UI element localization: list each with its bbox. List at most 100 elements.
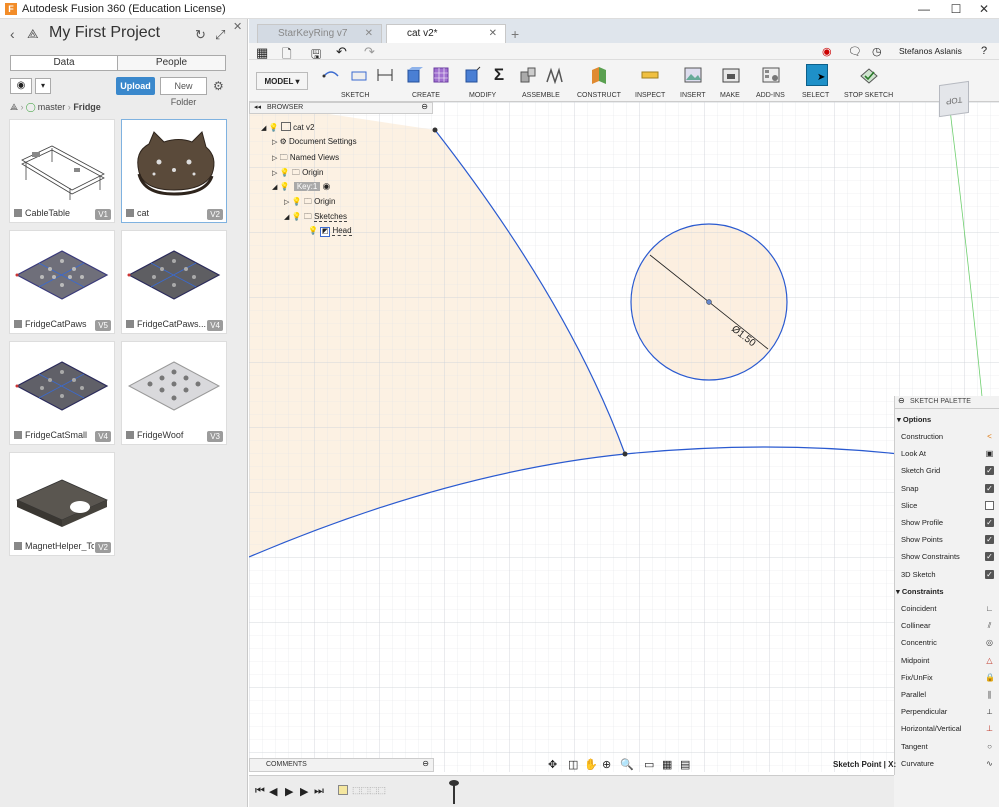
palette-option-3d-sketch[interactable]: 3D Sketch ✓: [901, 569, 994, 579]
select-tool-icon[interactable]: ➤: [806, 64, 828, 86]
doc-tab-cat[interactable]: cat v2* ✕: [386, 24, 506, 44]
file-card[interactable]: FridgeCatSmall V4: [9, 341, 115, 445]
browser-item-sketches[interactable]: ◢ 💡 🗀 Sketches: [284, 211, 347, 225]
comments-bar[interactable]: COMMENTS ⊖: [249, 758, 434, 772]
stop-sketch-icon[interactable]: [860, 66, 878, 84]
hub-icon[interactable]: ⟁: [10, 102, 18, 112]
step-forward-icon[interactable]: ▶: [300, 785, 308, 798]
close-tab-icon[interactable]: ✕: [489, 28, 497, 39]
extrude-icon[interactable]: [405, 66, 423, 84]
minimize-icon[interactable]: —: [909, 0, 939, 19]
constraint-icon[interactable]: ⊥: [985, 724, 994, 733]
palette-option-construction[interactable]: Construction <: [901, 432, 994, 441]
new-folder-button[interactable]: New Folder: [160, 77, 207, 107]
palette-option-slice[interactable]: Slice: [901, 500, 994, 510]
go-to-end-icon[interactable]: ⏭: [314, 785, 324, 798]
display-settings-icon[interactable]: ▭: [644, 758, 654, 771]
new-component-icon[interactable]: [519, 66, 537, 84]
checkbox-checked[interactable]: ✓: [985, 518, 994, 527]
constraint-coincident[interactable]: Coincident ∟: [901, 604, 994, 613]
sketch-group-label[interactable]: SKETCH: [341, 92, 369, 99]
browser-item-head[interactable]: 💡 ◩ Head: [308, 226, 352, 237]
create-group-label[interactable]: CREATE: [412, 92, 440, 99]
dimension-tool-icon[interactable]: [376, 66, 394, 84]
help-icon[interactable]: ?: [981, 45, 987, 57]
hub-icon[interactable]: ⟁: [27, 26, 39, 42]
close-panel-icon[interactable]: ✕: [233, 20, 242, 33]
sketch-point[interactable]: [622, 451, 628, 457]
undo-icon[interactable]: ↶: [336, 44, 347, 60]
rectangle-tool-icon[interactable]: [350, 66, 368, 84]
grid-menu-icon[interactable]: ▦: [256, 45, 268, 61]
browser-item-document-settings[interactable]: ▷ ⚙ Document Settings: [272, 137, 357, 146]
timeline-sketch-feature[interactable]: [338, 785, 348, 795]
measure-icon[interactable]: [641, 66, 659, 84]
expand-icon[interactable]: ⤢: [215, 27, 225, 43]
joint-icon[interactable]: [545, 66, 563, 84]
add-ins-group-label[interactable]: ADD-INS: [756, 92, 785, 99]
notifications-icon[interactable]: 🗨: [848, 45, 862, 58]
close-window-icon[interactable]: ✕: [969, 0, 999, 19]
constraint-tangent[interactable]: Tangent ○: [901, 742, 994, 751]
options-section-header[interactable]: ▾ Options: [897, 415, 990, 424]
constraint-icon[interactable]: ∟: [985, 604, 994, 613]
checkbox-checked[interactable]: ✓: [985, 483, 994, 493]
play-icon[interactable]: ▶: [285, 785, 293, 798]
palette-option-snap[interactable]: Snap ✓: [901, 483, 994, 493]
palette-option-sketch-grid[interactable]: Sketch Grid ✓: [901, 466, 994, 476]
grid-settings-icon[interactable]: ▦: [662, 758, 672, 771]
gear-icon[interactable]: ⚙: [213, 79, 224, 93]
maximize-icon[interactable]: ☐: [941, 0, 971, 19]
breadcrumb-fridge[interactable]: Fridge: [73, 102, 101, 112]
close-tab-icon[interactable]: ✕: [365, 28, 373, 39]
breadcrumb-master[interactable]: master: [38, 102, 66, 112]
zoom-icon[interactable]: ⊕: [602, 758, 611, 771]
browser-item-origin[interactable]: ▷ 💡 🗀 Origin: [272, 167, 323, 181]
make-group-label[interactable]: MAKE: [720, 92, 740, 99]
workspace-switcher[interactable]: MODEL ▾: [256, 72, 308, 90]
inspect-group-label[interactable]: INSPECT: [635, 92, 665, 99]
look-at-icon[interactable]: ▣: [985, 449, 994, 458]
record-icon[interactable]: ◉: [822, 45, 832, 58]
palette-option-look-at[interactable]: Look At ▣: [901, 449, 994, 458]
construction-icon[interactable]: <: [985, 432, 994, 441]
constraint-icon[interactable]: ⫽: [985, 621, 994, 630]
browser-panel-header[interactable]: ◂◂ BROWSER ⊖: [249, 102, 433, 114]
constraint-icon[interactable]: ⟂: [985, 707, 994, 716]
collapse-icon[interactable]: ⊖: [898, 396, 905, 405]
line-tool-icon[interactable]: [322, 66, 340, 84]
viewports-icon[interactable]: ▤: [680, 758, 690, 771]
constraint-icon[interactable]: ○: [985, 742, 994, 751]
redo-icon[interactable]: ↷: [364, 44, 375, 60]
constraint-perpendicular[interactable]: Perpendicular ⟂: [901, 707, 994, 716]
checkbox-checked[interactable]: ✓: [985, 552, 994, 562]
tab-people[interactable]: People: [118, 56, 225, 70]
add-ins-icon[interactable]: [762, 66, 780, 84]
constraint-icon[interactable]: ∥: [985, 690, 994, 699]
sketch-canvas[interactable]: Ø1.50: [249, 102, 999, 772]
press-pull-icon[interactable]: [463, 66, 481, 84]
file-card[interactable]: CableTable V1: [9, 119, 115, 223]
user-name[interactable]: Stefanos Aslanis: [899, 46, 962, 56]
pan-icon[interactable]: ✋: [584, 758, 598, 771]
make-3d-print-icon[interactable]: [722, 66, 740, 84]
palette-option-show-profile[interactable]: Show Profile ✓: [901, 518, 994, 527]
construct-plane-icon[interactable]: [590, 66, 608, 84]
eye-icon[interactable]: ◉: [10, 78, 32, 94]
checkbox-checked[interactable]: ✓: [985, 535, 994, 545]
look-at-icon[interactable]: ◫: [568, 758, 578, 771]
center-point[interactable]: [706, 299, 712, 305]
back-arrow-icon[interactable]: ‹: [10, 26, 15, 42]
checkbox-checked[interactable]: ✓: [985, 466, 994, 476]
constraint-horizontal-vertical[interactable]: Horizontal/Vertical ⊥: [901, 724, 994, 733]
sketch-point[interactable]: [432, 127, 438, 133]
pin-icon[interactable]: ⊖: [421, 102, 428, 111]
constraint-concentric[interactable]: Concentric ◎: [901, 638, 994, 647]
file-card[interactable]: FridgeCatPaws V5: [9, 230, 115, 334]
stop-sketch-group-label[interactable]: STOP SKETCH: [844, 92, 893, 99]
new-tab-icon[interactable]: +: [511, 26, 519, 42]
insert-image-icon[interactable]: [684, 66, 702, 84]
zoom-window-icon[interactable]: 🔍: [620, 758, 634, 771]
constraint-parallel[interactable]: Parallel ∥: [901, 690, 994, 699]
palette-option-show-points[interactable]: Show Points ✓: [901, 535, 994, 545]
